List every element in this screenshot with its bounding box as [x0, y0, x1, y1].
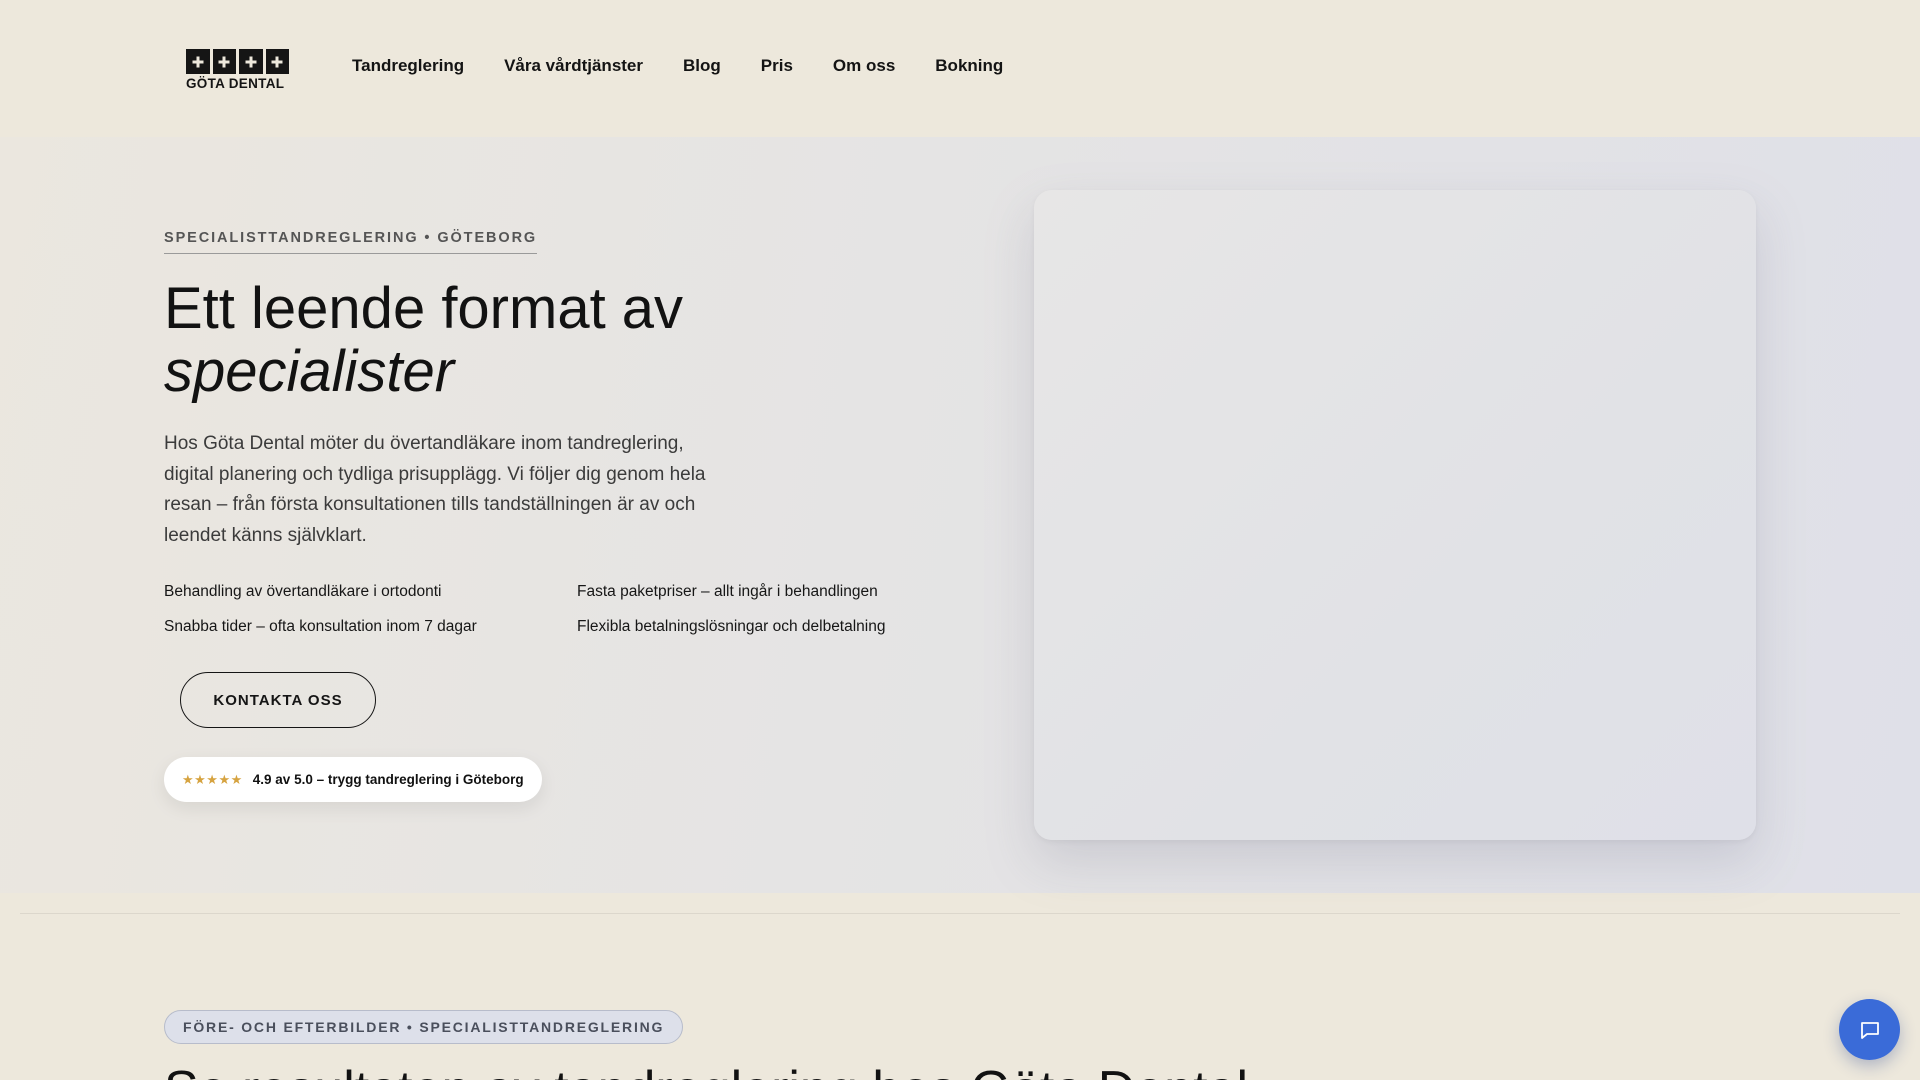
chat-button[interactable] [1839, 999, 1900, 1060]
logo-block [212, 49, 236, 74]
rating-text: 4.9 av 5.0 – trygg tandreglering i Göteb… [252, 772, 524, 787]
rating-badge: ★★★★★ 4.9 av 5.0 – trygg tandreglering i… [164, 757, 542, 802]
nav-item-vardtjanster[interactable]: Våra vårdtjänster [504, 56, 643, 76]
hero-description: Hos Göta Dental möter du övertandläkare … [164, 433, 706, 546]
feature-item: Behandling av övertandläkare i ortodonti [164, 583, 442, 600]
hero-eyebrow: SPECIALISTTANDREGLERING • GÖTEBORG [164, 230, 538, 254]
hero-title: Ett leende format av specialister [164, 277, 984, 403]
section-pill: FÖRE- OCH EFTERBILDER • SPECIALISTTANDRE… [164, 1010, 684, 1044]
feature-list: Behandling av övertandläkare i ortodonti… [164, 580, 886, 639]
feature-item: Fasta paketpriser – allt ingår i behandl… [577, 583, 878, 600]
contact-button[interactable]: KONTAKTA OSS [180, 672, 376, 728]
hero-image-card [1034, 190, 1756, 840]
nav-item-om-oss[interactable]: Om oss [833, 56, 895, 76]
logo-block [239, 49, 263, 74]
nav-item-bokning[interactable]: Bokning [935, 56, 1003, 76]
nav-item-pris[interactable]: Pris [761, 56, 793, 76]
nav-item-blog[interactable]: Blog [683, 56, 721, 76]
site-header: GÖTA DENTAL Tandreglering Våra vårdtjäns… [0, 0, 1920, 137]
section-divider [20, 913, 1900, 914]
logo-block [186, 49, 210, 74]
feature-item: Snabba tider – ofta konsultation inom 7 … [164, 618, 477, 635]
feature-item: Flexibla betalningslösningar och delbeta… [577, 618, 886, 635]
section-heading: Se resultaten av tandreglering hos Göta … [164, 1060, 1248, 1080]
tooth-blocks-logo-icon [186, 49, 290, 74]
hero-section: SPECIALISTTANDREGLERING • GÖTEBORG Ett l… [0, 137, 1920, 893]
chat-bubble-icon [1860, 1021, 1879, 1039]
hero-title-line1: Ett leende format av [164, 276, 684, 341]
star-rating-icon: ★★★★★ [182, 771, 243, 787]
logo-text: GÖTA DENTAL [186, 76, 285, 91]
main-nav: Tandreglering Våra vårdtjänster Blog Pri… [352, 56, 1003, 76]
nav-item-tandreglering[interactable]: Tandreglering [352, 56, 464, 76]
logo-block [265, 49, 289, 74]
hero-title-line2: specialister [164, 339, 455, 404]
site-logo[interactable]: GÖTA DENTAL [186, 49, 290, 93]
